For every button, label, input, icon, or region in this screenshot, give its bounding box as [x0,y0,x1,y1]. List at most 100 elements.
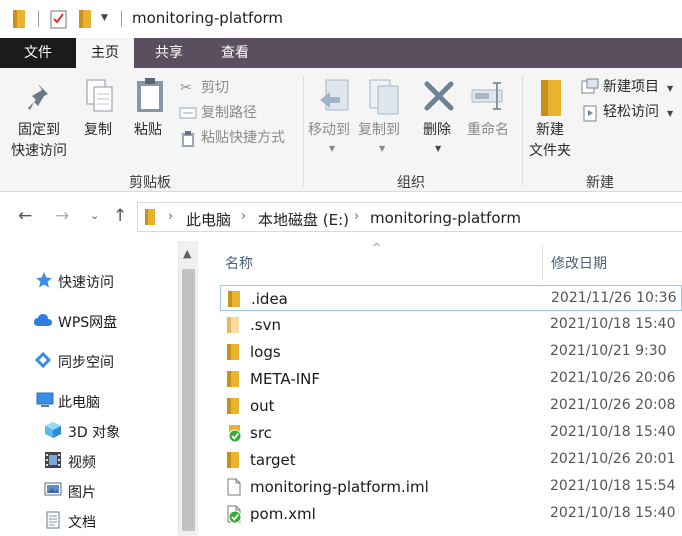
file-name: pom.xml [250,505,316,523]
properties-icon[interactable] [50,9,68,33]
picture-icon [44,481,62,501]
synced-file-icon [226,505,242,527]
file-row[interactable]: .idea 2021/11/26 10:36 [220,285,682,311]
clipboard-group-label: 剪贴板 [129,175,171,191]
nav-wps-cloud[interactable]: WPS网盘 [0,309,178,333]
file-row[interactable]: pom.xml 2021/10/18 15:40 [220,501,682,527]
address-bar[interactable]: › 此电脑 › 本地磁盘 (E:) › monitoring-platform [137,202,682,232]
file-modified-date: 2021/10/18 15:40 [550,505,676,521]
crumb-current-folder[interactable]: monitoring-platform [370,209,521,227]
folder-icon [12,9,26,33]
file-row[interactable]: logs 2021/10/21 9:30 [220,339,682,365]
nav-videos[interactable]: 视频 [0,449,178,473]
up-arrow-icon[interactable]: ↑ [113,206,127,226]
file-row[interactable]: out 2021/10/26 20:08 [220,393,682,419]
file-row[interactable]: target 2021/10/26 20:01 [220,447,682,473]
move-to-icon [318,78,352,122]
folder-icon [226,397,240,419]
window-title: monitoring-platform [132,9,284,27]
easy-access-dropdown-icon: ▼ [667,109,674,118]
file-name: out [250,397,275,415]
nav-quick-access[interactable]: 快速访问 [0,269,178,293]
file-row[interactable]: .svn 2021/10/18 15:40 [220,312,682,338]
file-modified-date: 2021/10/26 20:08 [550,397,676,413]
file-name: monitoring-platform.iml [250,478,429,496]
back-arrow-icon[interactable]: ← [18,206,32,226]
copy-to-icon [368,78,402,122]
file-modified-date: 2021/10/26 20:06 [550,370,676,386]
cube-icon [44,421,62,443]
title-bar: ▼ monitoring-platform [0,0,682,38]
column-header-name[interactable]: 名称 [225,253,253,273]
ribbon-tabs: 文件 主页 共享 查看 [0,38,682,68]
copy-path-icon [179,106,197,124]
column-divider[interactable] [542,245,543,281]
tab-share[interactable]: 共享 [140,38,198,68]
crumb-this-pc[interactable]: 此电脑 [186,209,231,230]
forward-arrow-icon[interactable]: → [55,206,69,226]
tab-home[interactable]: 主页 [76,38,134,68]
file-modified-date: 2021/10/18 15:40 [550,316,676,332]
hidden-folder-icon [226,316,240,338]
file-list: ^ 名称 修改日期 .idea 2021/11/26 10:36 .svn 2021/… [198,241,682,536]
new-group-label: 新建 [586,175,614,191]
column-header-modified[interactable]: 修改日期 [551,253,607,273]
folder-icon [226,370,240,392]
file-name: src [250,424,272,442]
nav-pictures[interactable]: 图片 [0,479,178,503]
nav-sync-space[interactable]: 同步空间 [0,349,178,373]
folder-icon [226,451,240,473]
copy-to-dropdown-icon: ▼ [379,144,386,153]
file-row[interactable]: monitoring-platform.iml 2021/10/18 15:54 [220,474,682,500]
nav-documents[interactable]: 文档 [0,509,178,533]
rename-icon [470,80,508,116]
tab-file[interactable]: 文件 [0,38,76,68]
pin-icon [28,82,56,116]
file-modified-date: 2021/10/18 15:40 [550,424,676,440]
crumb-separator-icon[interactable]: › [168,209,173,224]
file-name: META-INF [250,370,321,388]
customize-toolbar-icon[interactable]: ▼ [101,13,108,23]
file-name: .svn [250,316,281,334]
delete-x-icon [423,80,455,116]
copy-icon [85,78,115,118]
file-name: .idea [251,290,288,308]
file-name: logs [250,343,281,361]
new-folder-icon [539,78,563,122]
navigation-pane: 快速访问 WPS网盘 同步空间 此电脑 3D 对象 视频 图片 文档 [0,241,198,536]
sync-icon [34,351,52,373]
navigation-bar: ← → ⌄ ↑ › 此电脑 › 本地磁盘 (E:) › monitoring-p… [0,193,682,241]
nav-3d-objects[interactable]: 3D 对象 [0,419,178,443]
new-item-dropdown-icon: ▼ [667,84,674,93]
paste-icon [135,76,165,118]
crumb-separator-icon[interactable]: › [354,209,359,224]
star-icon [35,271,53,293]
paste-shortcut-icon [181,130,195,152]
ribbon: 固定到 快速访问 复制 粘贴 ✂ 剪切 复制路径 粘贴快捷方式 剪贴板 移动到 … [0,68,682,192]
nav-this-pc[interactable]: 此电脑 [0,389,178,413]
new-item-icon [581,78,599,100]
video-icon [44,451,62,473]
address-folder-icon [144,208,156,230]
easy-access-icon [582,104,598,126]
nav-pane-scrollbar[interactable]: ▲ [178,241,198,536]
tab-view[interactable]: 查看 [206,38,264,68]
crumb-separator-icon[interactable]: › [241,209,246,224]
file-row[interactable]: src 2021/10/18 15:40 [220,420,682,446]
folder-icon [226,343,240,365]
folder-icon [227,290,241,312]
organize-group-label: 组织 [397,175,425,191]
scroll-thumb[interactable] [182,269,195,531]
crumb-drive-e[interactable]: 本地磁盘 (E:) [258,209,349,230]
file-icon [226,478,242,500]
cloud-icon [33,311,53,333]
file-modified-date: 2021/10/18 15:54 [550,478,676,494]
delete-dropdown-icon: ▼ [435,144,442,153]
computer-icon [35,391,55,413]
file-row[interactable]: META-INF 2021/10/26 20:06 [220,366,682,392]
recent-locations-chevron-icon[interactable]: ⌄ [90,209,99,222]
new-folder-quick-icon[interactable] [78,9,92,33]
sort-caret-icon: ^ [372,241,382,254]
scroll-up-arrow-icon[interactable]: ▲ [183,247,191,260]
synced-folder-icon [226,424,242,446]
